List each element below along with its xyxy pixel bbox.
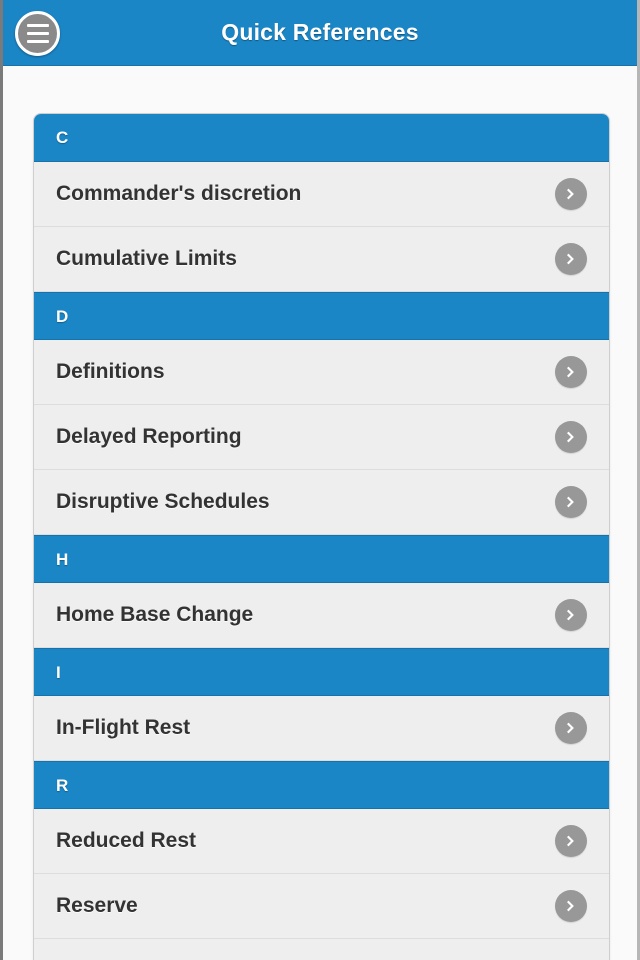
list-item[interactable]: Home Base Change bbox=[34, 583, 609, 648]
page-title: Quick References bbox=[221, 19, 419, 45]
list-item[interactable]: Cumulative Limits bbox=[34, 227, 609, 292]
hamburger-menu-icon bbox=[26, 24, 49, 27]
list-item-label: Disruptive Schedules bbox=[56, 490, 270, 513]
chevron-right-icon[interactable] bbox=[555, 486, 587, 518]
list-item[interactable]: Reserve bbox=[34, 874, 609, 939]
list-item-label: Home Base Change bbox=[56, 603, 254, 626]
list-item-label: Commander's discretion bbox=[56, 182, 302, 205]
chevron-right-icon[interactable] bbox=[555, 712, 587, 744]
quick-references-list: C Commander's discretion Cumulative Limits… bbox=[33, 113, 610, 960]
section-divider-c: C bbox=[34, 114, 609, 162]
hamburger-menu-icon-bar bbox=[26, 40, 49, 43]
chevron-right-icon[interactable] bbox=[555, 421, 587, 453]
list-item-label: Definitions bbox=[56, 360, 165, 383]
list-item[interactable]: Definitions bbox=[34, 340, 609, 405]
list-item-label: Cumulative Limits bbox=[56, 247, 237, 270]
list-item[interactable]: Commander's discretion bbox=[34, 162, 609, 227]
content-area: C Commander's discretion Cumulative Limits… bbox=[3, 66, 637, 960]
list-item-label: In-Flight Rest bbox=[56, 716, 191, 739]
list-item[interactable]: Reduced Rest bbox=[34, 809, 609, 874]
section-divider-h: H bbox=[34, 535, 609, 583]
list-item-label: Reserve bbox=[56, 894, 138, 917]
chevron-right-icon[interactable] bbox=[555, 356, 587, 388]
app-frame: Quick References C Commander's discretion… bbox=[0, 0, 640, 960]
chevron-right-icon[interactable] bbox=[555, 890, 587, 922]
chevron-right-icon[interactable] bbox=[555, 825, 587, 857]
list-item[interactable]: In-Flight Rest bbox=[34, 696, 609, 761]
chevron-right-icon[interactable] bbox=[555, 243, 587, 275]
hamburger-menu-button[interactable] bbox=[15, 11, 60, 56]
list-item-label: Reduced Rest bbox=[56, 829, 197, 852]
hamburger-menu-icon-bar bbox=[26, 32, 49, 35]
section-divider-i: I bbox=[34, 648, 609, 696]
list-item[interactable] bbox=[34, 939, 609, 960]
section-divider-d: D bbox=[34, 292, 609, 340]
chevron-right-icon[interactable] bbox=[555, 178, 587, 210]
section-divider-r: R bbox=[34, 761, 609, 809]
chevron-right-icon[interactable] bbox=[555, 599, 587, 631]
list-item-label: Delayed Reporting bbox=[56, 425, 242, 448]
list-item[interactable]: Disruptive Schedules bbox=[34, 470, 609, 535]
list-item[interactable]: Delayed Reporting bbox=[34, 405, 609, 470]
header-bar: Quick References bbox=[3, 0, 637, 66]
